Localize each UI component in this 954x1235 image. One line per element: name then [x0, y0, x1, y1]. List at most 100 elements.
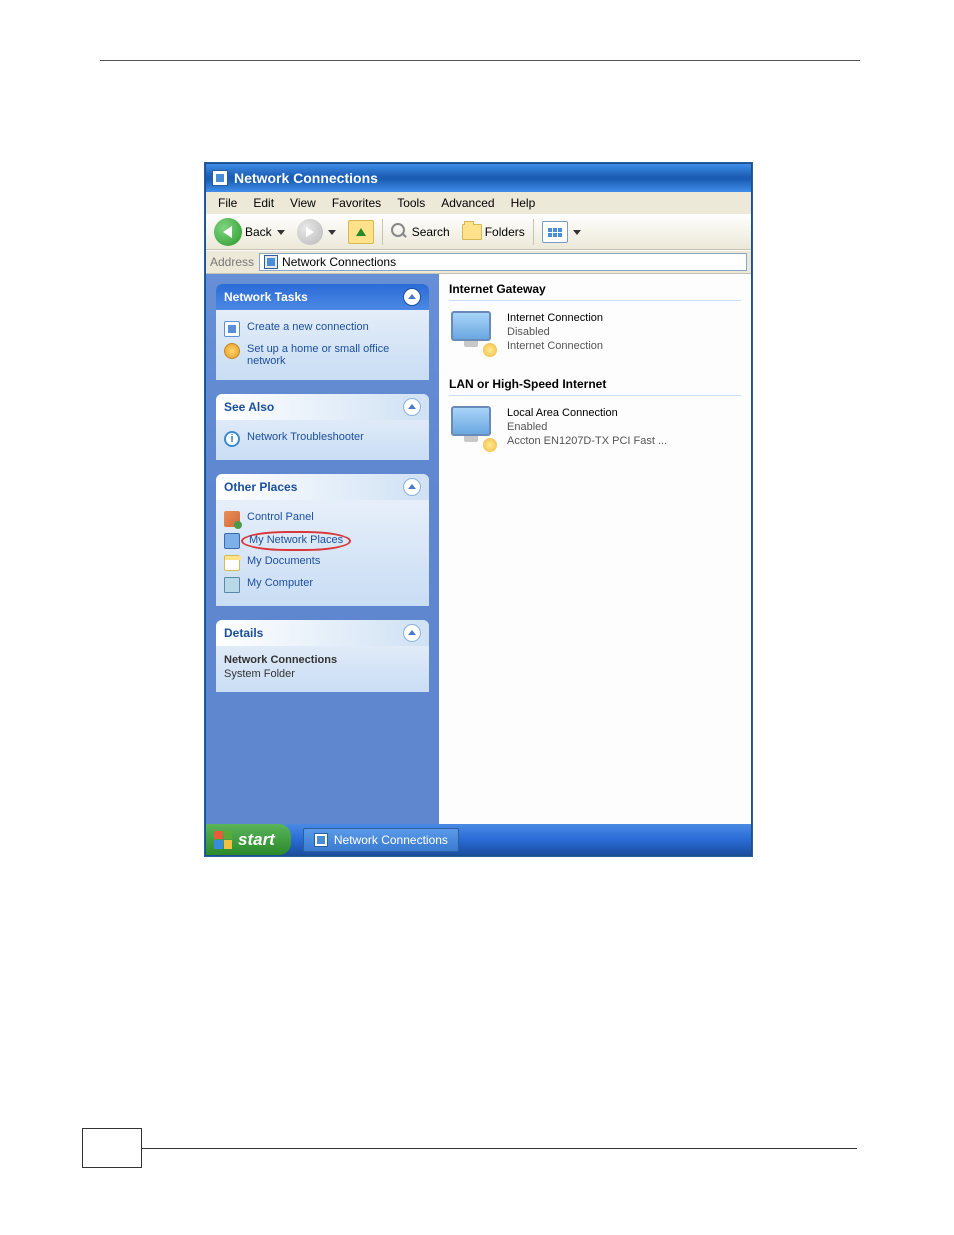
- see-also-header[interactable]: See Also: [216, 394, 429, 420]
- views-icon: [542, 221, 568, 243]
- search-icon: [391, 223, 409, 241]
- item-internet-connection[interactable]: Internet Connection Disabled Internet Co…: [449, 309, 741, 357]
- connection-status: Enabled: [507, 420, 667, 434]
- connection-device: Accton EN1207D-TX PCI Fast ...: [507, 434, 667, 448]
- search-label: Search: [412, 225, 450, 239]
- chevron-down-icon[interactable]: [328, 230, 336, 235]
- separator: [382, 219, 383, 245]
- connection-device: Internet Connection: [507, 339, 603, 353]
- task-label: Control Panel: [247, 511, 314, 523]
- menu-advanced[interactable]: Advanced: [433, 194, 502, 212]
- connection-icon: [449, 404, 497, 452]
- group-lan: LAN or High-Speed Internet: [449, 369, 741, 396]
- chevron-down-icon[interactable]: [277, 230, 285, 235]
- menu-file[interactable]: File: [210, 194, 245, 212]
- collapse-icon[interactable]: [403, 398, 421, 416]
- details-type: System Folder: [224, 668, 421, 680]
- address-value: Network Connections: [282, 255, 396, 269]
- up-button[interactable]: [344, 218, 378, 246]
- connection-text: Local Area Connection Enabled Accton EN1…: [507, 404, 667, 452]
- annotation-circle: My Network Places: [241, 531, 351, 551]
- link-control-panel[interactable]: Control Panel: [224, 508, 421, 530]
- see-also-title: See Also: [224, 400, 274, 414]
- page-separator-bottom: [142, 1148, 857, 1149]
- taskbar: start Network Connections: [206, 824, 751, 855]
- connection-name: Internet Connection: [507, 311, 603, 325]
- home-network-icon: [224, 343, 240, 359]
- spark-icon: [483, 343, 497, 357]
- body-area: Network Tasks Create a new connection Se…: [206, 274, 751, 824]
- toolbar: Back Search Folders: [206, 214, 751, 250]
- documents-icon: [224, 555, 240, 571]
- menu-edit[interactable]: Edit: [245, 194, 282, 212]
- collapse-icon[interactable]: [403, 624, 421, 642]
- title-bar[interactable]: Network Connections: [206, 164, 751, 192]
- details-name: Network Connections: [224, 654, 421, 666]
- menu-view[interactable]: View: [282, 194, 324, 212]
- link-troubleshooter[interactable]: i Network Troubleshooter: [224, 428, 421, 450]
- link-my-network-places[interactable]: My Network Places: [224, 530, 421, 552]
- menu-bar: File Edit View Favorites Tools Advanced …: [206, 192, 751, 214]
- folders-button[interactable]: Folders: [458, 222, 529, 242]
- network-places-icon: [224, 533, 240, 549]
- spark-icon: [483, 438, 497, 452]
- task-label: Network Troubleshooter: [247, 431, 364, 443]
- task-label: My Computer: [247, 577, 313, 589]
- address-label: Address: [210, 255, 254, 269]
- network-tasks-body: Create a new connection Set up a home or…: [216, 310, 429, 380]
- windows-logo-icon: [214, 831, 232, 849]
- network-tasks-title: Network Tasks: [224, 290, 308, 304]
- page-number-box: [82, 1128, 142, 1168]
- chevron-down-icon[interactable]: [573, 230, 581, 235]
- back-label: Back: [245, 225, 272, 239]
- start-button[interactable]: start: [206, 824, 291, 855]
- network-connections-icon: [264, 255, 278, 269]
- new-connection-icon: [224, 321, 240, 337]
- network-tasks-header[interactable]: Network Tasks: [216, 284, 429, 310]
- item-local-area-connection[interactable]: Local Area Connection Enabled Accton EN1…: [449, 404, 741, 452]
- task-label: Create a new connection: [247, 321, 369, 333]
- taskbar-item-network-connections[interactable]: Network Connections: [303, 828, 459, 852]
- connection-name: Local Area Connection: [507, 406, 667, 420]
- network-connections-icon: [314, 833, 328, 847]
- menu-help[interactable]: Help: [503, 194, 544, 212]
- task-sidebar: Network Tasks Create a new connection Se…: [206, 274, 439, 824]
- collapse-icon[interactable]: [403, 478, 421, 496]
- forward-arrow-icon: [297, 219, 323, 245]
- link-my-documents[interactable]: My Documents: [224, 552, 421, 574]
- folders-label: Folders: [485, 225, 525, 239]
- task-label: Set up a home or small office network: [247, 343, 421, 367]
- other-places-panel: Other Places Control Panel My Network Pl…: [216, 474, 429, 606]
- control-panel-icon: [224, 511, 240, 527]
- back-button[interactable]: Back: [210, 216, 289, 248]
- menu-favorites[interactable]: Favorites: [324, 194, 389, 212]
- address-field[interactable]: Network Connections: [259, 253, 747, 271]
- up-folder-icon: [348, 220, 374, 244]
- task-create-connection[interactable]: Create a new connection: [224, 318, 421, 340]
- taskbar-item-label: Network Connections: [334, 833, 448, 847]
- task-label: My Network Places: [249, 534, 343, 546]
- other-places-title: Other Places: [224, 480, 297, 494]
- link-my-computer[interactable]: My Computer: [224, 574, 421, 596]
- search-button[interactable]: Search: [387, 221, 454, 243]
- task-label: My Documents: [247, 555, 320, 567]
- details-body: Network Connections System Folder: [216, 646, 429, 692]
- connection-status: Disabled: [507, 325, 603, 339]
- details-header[interactable]: Details: [216, 620, 429, 646]
- forward-button[interactable]: [293, 217, 340, 247]
- content-pane[interactable]: Internet Gateway Internet Connection Dis…: [439, 274, 751, 824]
- start-label: start: [238, 830, 275, 850]
- collapse-icon[interactable]: [403, 288, 421, 306]
- explorer-window: Network Connections File Edit View Favor…: [205, 163, 752, 856]
- connection-text: Internet Connection Disabled Internet Co…: [507, 309, 603, 357]
- task-setup-network[interactable]: Set up a home or small office network: [224, 340, 421, 370]
- back-arrow-icon: [214, 218, 242, 246]
- group-internet-gateway: Internet Gateway: [449, 274, 741, 301]
- computer-icon: [224, 577, 240, 593]
- other-places-body: Control Panel My Network Places My Docum…: [216, 500, 429, 606]
- folder-icon: [462, 224, 482, 240]
- menu-tools[interactable]: Tools: [389, 194, 433, 212]
- views-button[interactable]: [538, 219, 585, 245]
- separator: [533, 219, 534, 245]
- other-places-header[interactable]: Other Places: [216, 474, 429, 500]
